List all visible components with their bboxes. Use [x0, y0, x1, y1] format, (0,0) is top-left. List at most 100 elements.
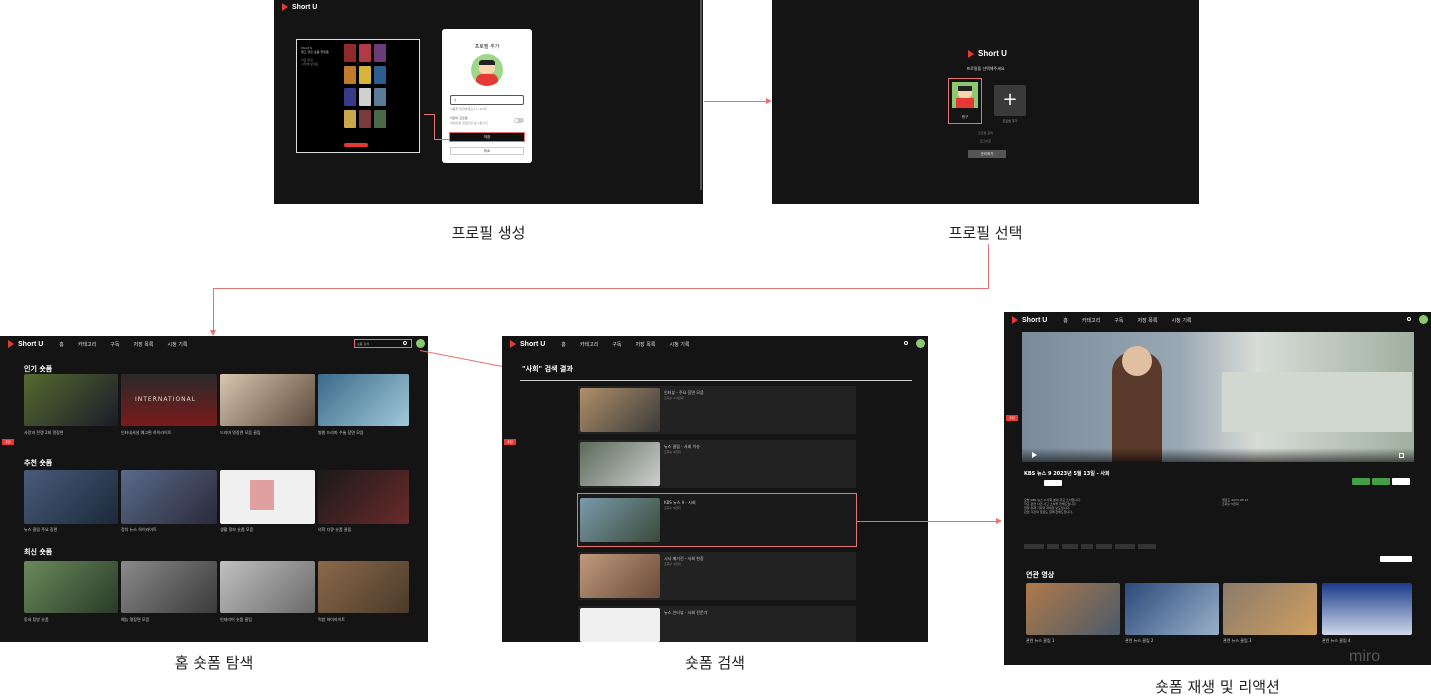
nav-history[interactable]: 시청 기록 [670, 341, 690, 348]
video-thumbnail[interactable] [121, 470, 217, 524]
play-pause-icon[interactable] [1032, 452, 1037, 458]
video-thumbnail[interactable] [121, 561, 217, 613]
scrollbar[interactable] [700, 0, 702, 190]
video-thumbnail[interactable] [24, 470, 118, 524]
related-thumbnail[interactable] [1223, 583, 1317, 635]
nav-saved[interactable]: 저장 목록 [636, 341, 656, 348]
search-heading: "사회" 검색 결과 [522, 365, 573, 373]
flow-arrow [213, 288, 989, 289]
nav-category[interactable]: 카테고리 [580, 341, 598, 348]
share-button[interactable] [1392, 478, 1410, 485]
nav-home[interactable]: 홈 [561, 341, 566, 348]
top-bar: Short U 홈 카테고리 구독 저장 목록 시청 기록 [1004, 312, 1431, 328]
manage-button[interactable]: 관리하기 [968, 150, 1006, 158]
search-result[interactable]: 시사 매거진 - 사회 현장 조회수 3천회 [578, 552, 856, 600]
side-tab[interactable]: 추천 [504, 439, 516, 445]
brand-logo[interactable]: Short U [282, 3, 317, 11]
nav-home[interactable]: 홈 [1063, 317, 1068, 324]
side-tab[interactable]: 추천 [2, 439, 14, 445]
nav-category[interactable]: 카테고리 [1082, 317, 1100, 324]
dislike-button[interactable] [1372, 478, 1390, 485]
section-recommended: 추천 숏폼 [24, 459, 53, 467]
more-button[interactable] [1380, 556, 1412, 562]
play-icon [1012, 316, 1018, 324]
caption-search: 숏폼 검색 [685, 654, 745, 672]
flow-arrow [857, 521, 997, 522]
main-nav: 홈 카테고리 구독 저장 목록 시청 기록 [561, 341, 689, 348]
home-screen: Short U 홈 카테고리 구독 저장 목록 시청 기록 숏폼 검색 추천 인… [0, 336, 428, 642]
nav-saved[interactable]: 저장 목록 [134, 341, 154, 348]
cancel-button[interactable]: 취소 [450, 147, 524, 155]
brand-logo[interactable]: Short U [510, 340, 545, 348]
profile-select-screen: Short U 프로필을 선택해주세요 짱구 + 프로필 추가 프로필 관리 로… [772, 0, 1199, 204]
search-result[interactable]: 뉴스 인터뷰 - 사회 전문가 [578, 606, 856, 642]
brand-logo[interactable]: Short U [8, 340, 43, 348]
avatar[interactable] [416, 339, 425, 348]
caption-profile-create: 프로필 생성 [451, 224, 526, 242]
search-screen: Short U 홈 카테고리 구독 저장 목록 시청 기록 추천 "사회" 검색… [502, 336, 928, 642]
search-icon[interactable] [403, 341, 407, 345]
video-thumbnail[interactable] [24, 561, 118, 613]
video-thumbnail[interactable] [318, 374, 409, 426]
search-result[interactable]: 뉴스 클립 - 사회 이슈 조회수 8천회 [578, 440, 856, 488]
connector-line [424, 114, 434, 115]
nav-category[interactable]: 카테고리 [78, 341, 96, 348]
nav-subscribe[interactable]: 구독 [612, 341, 621, 348]
video-thumbnail[interactable] [220, 374, 315, 426]
play-icon [510, 340, 516, 348]
nav-home[interactable]: 홈 [59, 341, 64, 348]
avatar[interactable] [1419, 315, 1428, 324]
brand-logo[interactable]: Short U [968, 49, 1007, 58]
flow-arrow [988, 244, 989, 288]
nav-subscribe[interactable]: 구독 [1114, 317, 1123, 324]
search-result[interactable]: 인터뷰 - 주요 장면 모음 조회수 1.2만회 [578, 386, 856, 434]
hashtag-row [1024, 544, 1156, 549]
name-input[interactable]: ㄱ [450, 95, 524, 105]
connector-line [434, 114, 435, 139]
save-button[interactable]: 저장 [449, 132, 525, 142]
main-nav: 홈 카테고리 구독 저장 목록 시청 기록 [1063, 317, 1191, 324]
side-tab[interactable]: 추천 [1006, 415, 1018, 421]
video-thumbnail[interactable]: INTERNATIONAL [121, 374, 217, 426]
avatar[interactable] [471, 54, 503, 86]
top-bar: Short U 홈 카테고리 구독 저장 목록 시청 기록 [502, 336, 928, 352]
nav-history[interactable]: 시청 기록 [1172, 317, 1192, 324]
search-result-selected[interactable]: KBS 뉴스 9 - 사회 조회수 5천회 [577, 493, 857, 547]
video-thumbnail[interactable] [318, 561, 409, 613]
video-thumbnail[interactable] [318, 470, 409, 524]
related-thumbnail[interactable] [1125, 583, 1219, 635]
video-thumbnail[interactable] [24, 374, 118, 426]
subscribe-button[interactable] [1044, 480, 1062, 486]
related-thumbnail[interactable] [1026, 583, 1120, 635]
avatar[interactable] [916, 339, 925, 348]
fullscreen-icon[interactable] [1399, 453, 1404, 458]
add-profile-button[interactable]: + [994, 85, 1026, 116]
arrow-head-icon [996, 518, 1002, 524]
section-popular: 인기 숏폼 [24, 365, 53, 373]
search-icon[interactable] [904, 341, 908, 345]
nav-saved[interactable]: 저장 목록 [1138, 317, 1158, 324]
search-icon[interactable] [1407, 317, 1411, 321]
video-thumbnail[interactable] [220, 470, 315, 524]
caption-profile-select: 프로필 선택 [948, 224, 1023, 242]
nav-subscribe[interactable]: 구독 [110, 341, 119, 348]
flow-arrow [419, 350, 509, 369]
divider [520, 380, 912, 381]
brand-logo[interactable]: Short U [1012, 316, 1047, 324]
avatar [952, 82, 978, 108]
related-heading: 연관 영상 [1026, 571, 1055, 579]
video-thumbnail[interactable] [220, 561, 315, 613]
profile-dialog: 프로필 추가 ㄱ 이름을 입력하세요 (1~10자) 어린이 프로필 어린이용 … [442, 29, 532, 163]
nav-history[interactable]: 시청 기록 [168, 341, 188, 348]
poster-panel: Short U 짧고 굵은 숏폼 플랫폼 지금 바로 시작해 보세요 [296, 39, 420, 153]
profile-card[interactable]: 짱구 [948, 78, 982, 124]
video-player[interactable] [1022, 332, 1414, 462]
related-thumbnail[interactable] [1322, 583, 1412, 635]
start-button[interactable] [344, 143, 368, 147]
miro-watermark: miro [1349, 648, 1381, 665]
flow-arrow [704, 101, 770, 102]
select-prompt: 프로필을 선택해주세요 [966, 66, 1005, 71]
like-button[interactable] [1352, 478, 1370, 485]
main-nav: 홈 카테고리 구독 저장 목록 시청 기록 [59, 341, 187, 348]
child-toggle[interactable] [514, 118, 524, 123]
